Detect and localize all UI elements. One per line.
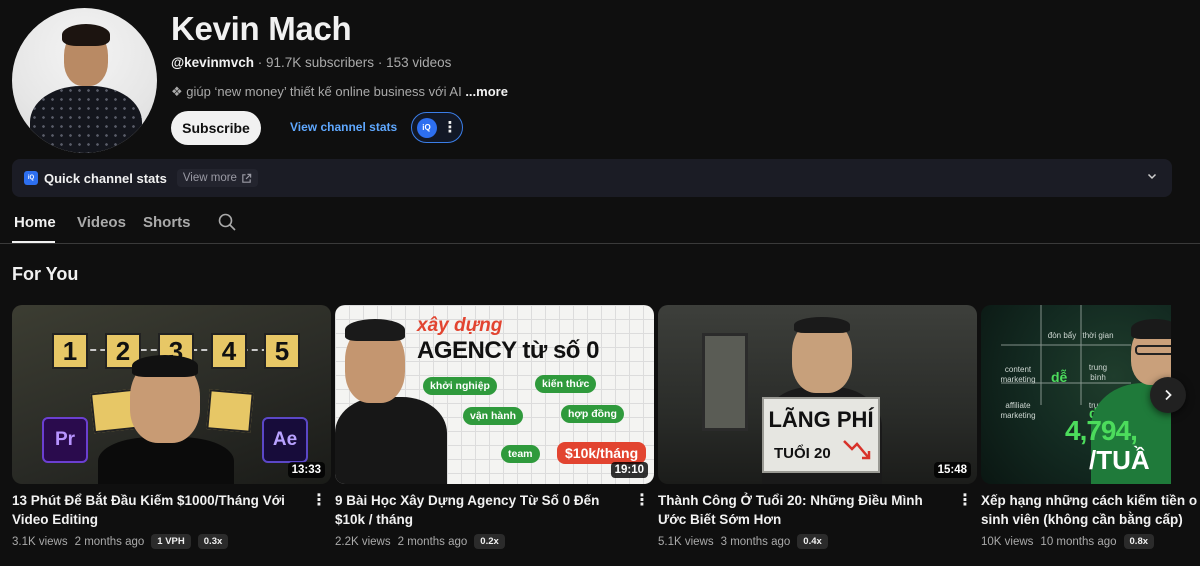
view-more-button[interactable]: View more — [176, 169, 258, 187]
view-channel-stats-link[interactable]: View channel stats — [290, 120, 397, 134]
video-card[interactable]: xây dựng AGENCY từ số 0 khởi nghiệp kiến… — [335, 305, 654, 549]
video-count: 153 videos — [386, 55, 452, 70]
video-card[interactable]: LÃNG PHÍ TUỔI 20 15:48 Thành Công Ở Tuổi… — [658, 305, 977, 549]
video-card[interactable]: đòn bẩy thời gian content marketing trun… — [981, 305, 1200, 549]
outlier-badge: 0.4x — [797, 534, 828, 549]
outlier-badge: 0.2x — [474, 534, 505, 549]
video-duration: 15:48 — [933, 462, 971, 478]
outlier-badge: 0.8x — [1123, 534, 1155, 549]
channel-meta: @kevinmvch · 91.7K subscribers · 153 vid… — [171, 55, 452, 70]
after-effects-icon: Ae — [262, 417, 308, 463]
trend-down-icon — [843, 440, 871, 460]
video-meta: 3.1K views 2 months ago 1 VPH 0.3x — [12, 534, 331, 549]
upload-age: 3 months ago — [720, 535, 791, 548]
channel-avatar[interactable] — [12, 8, 157, 153]
channel-tabs: Home Videos Shorts — [0, 202, 1200, 244]
outlier-badge: 0.3x — [197, 534, 229, 549]
video-title[interactable]: Xếp hạng những cách kiếm tiền o sinh viê… — [981, 491, 1200, 529]
view-count: 5.1K views — [658, 535, 714, 548]
quick-stats-title: Quick channel stats — [44, 170, 167, 186]
video-title[interactable]: Thành Công Ở Tuổi 20: Những Điều Mình Ướ… — [658, 491, 950, 529]
vidiq-logo-icon: iQ — [24, 171, 38, 185]
extension-button[interactable]: iQ ⋮ — [411, 112, 463, 143]
more-vertical-icon[interactable]: ⋮ — [957, 490, 973, 510]
more-vertical-icon[interactable]: ⋮ — [443, 120, 458, 135]
thumbnail-sign: LÃNG PHÍ TUỔI 20 — [762, 397, 880, 473]
video-card[interactable]: 1 2 3 4 5 Pr Ae 13:33 13 Phút Để Bắt Đầu… — [12, 305, 331, 549]
video-thumbnail[interactable]: LÃNG PHÍ TUỔI 20 15:48 — [658, 305, 977, 484]
more-vertical-icon[interactable]: ⋮ — [634, 490, 650, 510]
more-vertical-icon[interactable]: ⋮ — [311, 490, 327, 510]
video-meta: 10K views 10 months ago 0.8x — [981, 534, 1200, 549]
video-title[interactable]: 9 Bài Học Xây Dựng Agency Từ Số 0 Đến $1… — [335, 491, 627, 529]
section-title: For You — [12, 264, 79, 284]
channel-description[interactable]: ❖ giúp ‘new money’ thiết kế online busin… — [171, 84, 508, 100]
video-thumbnail[interactable]: xây dựng AGENCY từ số 0 khởi nghiệp kiến… — [335, 305, 654, 484]
carousel-next-button[interactable] — [1150, 377, 1186, 413]
quick-channel-stats-bar[interactable]: iQ Quick channel stats View more — [12, 159, 1172, 197]
active-tab-indicator — [12, 241, 55, 243]
channel-handle: @kevinmvch — [171, 55, 254, 70]
external-link-icon — [242, 173, 252, 183]
vph-badge: 1 VPH — [151, 534, 191, 549]
tab-videos[interactable]: Videos — [77, 214, 126, 231]
tab-home[interactable]: Home — [14, 214, 56, 231]
video-meta: 5.1K views 3 months ago 0.4x — [658, 534, 977, 549]
view-count: 10K views — [981, 535, 1034, 548]
premiere-pro-icon: Pr — [42, 417, 88, 463]
view-count: 3.1K views — [12, 535, 68, 548]
chevron-down-icon[interactable] — [1146, 170, 1158, 185]
chevron-right-icon — [1165, 389, 1172, 401]
video-duration: 13:33 — [287, 462, 325, 478]
video-title[interactable]: 13 Phút Để Bắt Đầu Kiếm $1000/Tháng Với … — [12, 491, 304, 529]
tab-shorts[interactable]: Shorts — [143, 214, 191, 231]
video-thumbnail[interactable]: 1 2 3 4 5 Pr Ae 13:33 — [12, 305, 331, 484]
subscriber-count: 91.7K subscribers — [265, 55, 375, 70]
upload-age: 10 months ago — [1040, 535, 1117, 548]
more-link[interactable]: ...more — [465, 84, 508, 99]
video-thumbnail[interactable]: đòn bẩy thời gian content marketing trun… — [981, 305, 1171, 484]
channel-name: Kevin Mach — [171, 10, 352, 47]
upload-age: 2 months ago — [74, 535, 145, 548]
upload-age: 2 months ago — [397, 535, 468, 548]
video-duration: 19:10 — [610, 462, 648, 478]
subscribe-button[interactable]: Subscribe — [171, 111, 261, 145]
view-count: 2.2K views — [335, 535, 391, 548]
video-meta: 2.2K views 2 months ago 0.2x — [335, 534, 654, 549]
search-icon[interactable] — [218, 213, 236, 231]
vidiq-logo-icon: iQ — [416, 117, 437, 138]
